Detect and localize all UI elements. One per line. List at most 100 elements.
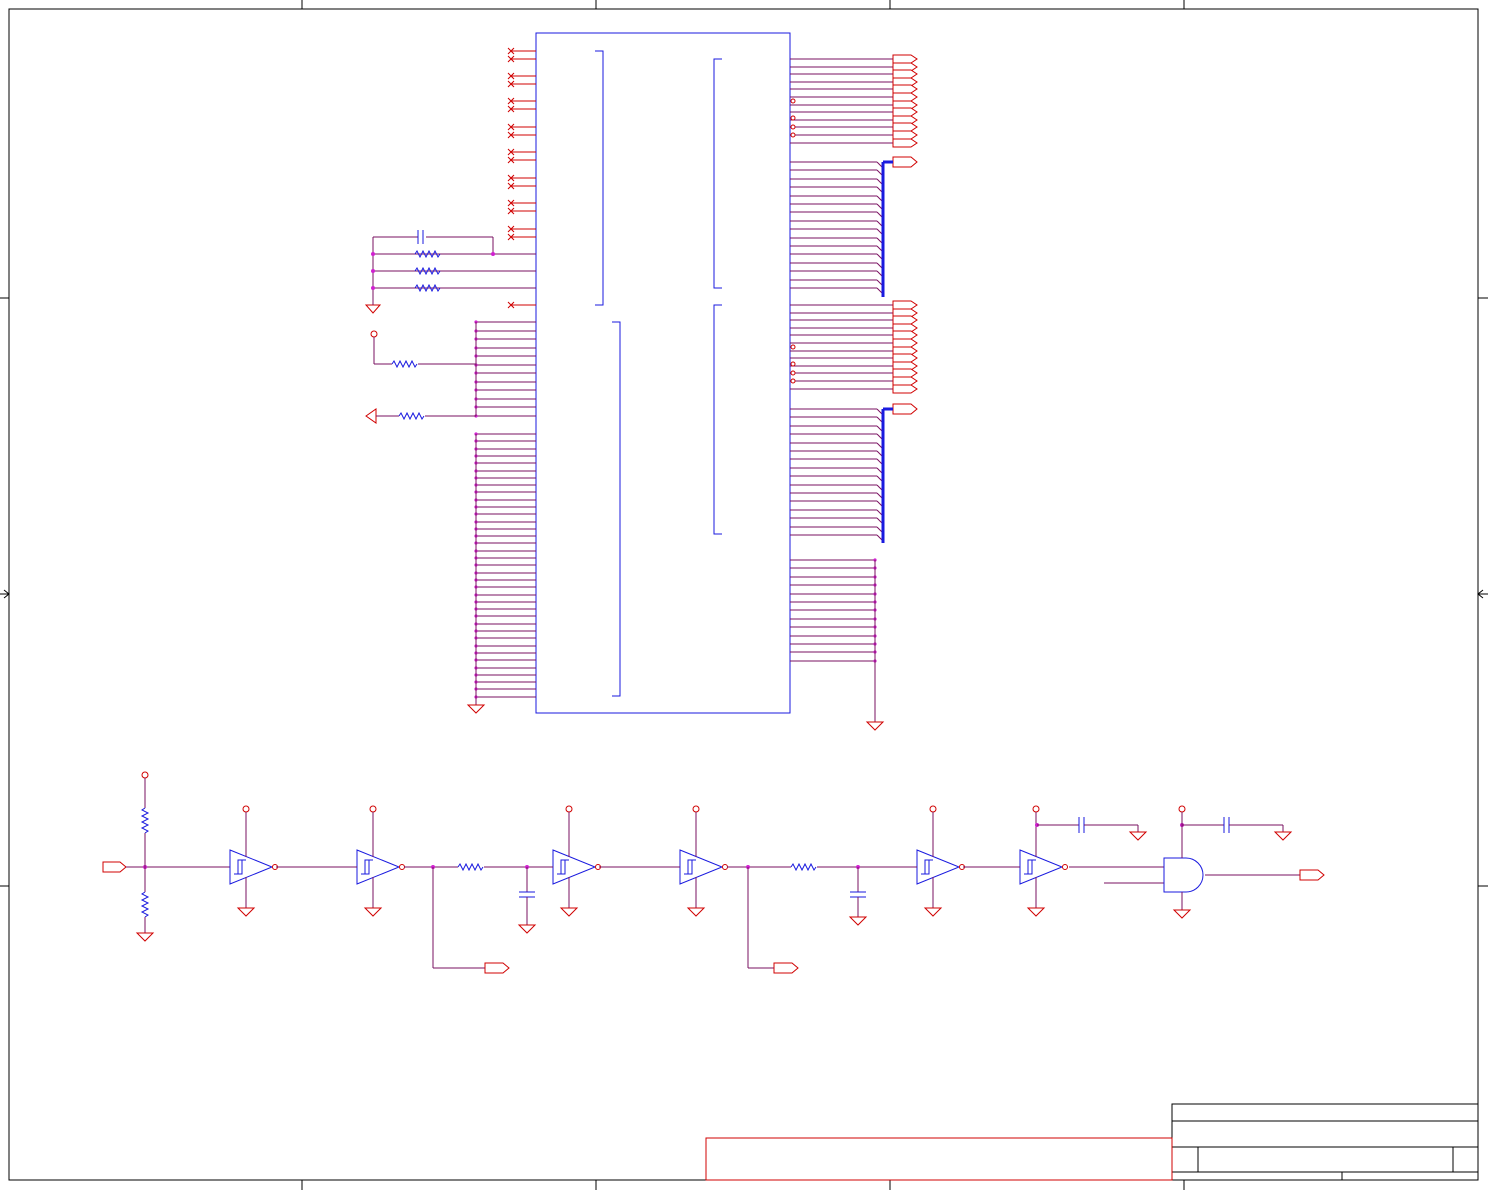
ic-body: [535, 32, 791, 714]
ic-pin-left: [474, 534, 536, 538]
ic-pin-left: [474, 549, 536, 553]
resistor-r2: [414, 266, 441, 276]
output-port-1: [484, 962, 510, 974]
nc-pin: [507, 123, 536, 131]
ic-pin-left: [474, 644, 536, 648]
ground-decouple-2: [1273, 831, 1293, 841]
ic-pin-left: [474, 363, 536, 367]
ic-pin-left: [474, 563, 536, 567]
resistor-chain-1: [457, 862, 484, 872]
ic-pin-left: [474, 607, 536, 611]
schmitt-buffer: [229, 805, 278, 917]
nc-pin: [507, 80, 536, 88]
ic-pin-left: [474, 600, 536, 604]
ic-pin-right: [790, 608, 877, 612]
ic-pin-right: [790, 517, 884, 525]
ic-pin-left: [474, 380, 536, 384]
ic-pin-left: [474, 512, 536, 516]
ic-pin-left: [474, 454, 536, 458]
title-block: [1171, 1103, 1479, 1181]
capacitor-decouple-1: [1078, 817, 1085, 833]
bottom-signal-chain: [102, 771, 230, 942]
ic-pin-left: [474, 614, 536, 618]
ic-pin-left: [474, 695, 536, 699]
chain-wires: [276, 817, 1293, 974]
schmitt-buffer: [1019, 805, 1068, 917]
ground-symbol: [364, 304, 382, 314]
ic-pin-right: [790, 408, 884, 416]
ic-pin-left: [474, 527, 536, 531]
nc-pin: [507, 156, 536, 164]
nc-pin: [507, 182, 536, 190]
ic-pin-right: [790, 634, 877, 638]
nc-pin: [507, 72, 536, 80]
ic-pin-left: [474, 405, 536, 409]
nc-pin: [507, 301, 536, 309]
ic-pin-left: [474, 354, 536, 358]
ground-symbol-right: [865, 721, 885, 731]
ic-pin-left: [474, 320, 536, 324]
ic-pin-left: [474, 432, 536, 436]
ic-pin-right: [790, 526, 884, 534]
ic-pin-left: [474, 687, 536, 691]
ground-decouple-1: [1128, 831, 1148, 841]
capacitor-chain-2: [850, 891, 866, 898]
resistor-r1: [414, 249, 441, 259]
ic-pin-left: [474, 329, 536, 333]
ic-pin-right: [790, 315, 918, 325]
ic-pin-left: [474, 337, 536, 341]
ic-pin-right: [790, 368, 918, 378]
ic-pin-right: [790, 384, 918, 394]
ic-pin-right: [790, 583, 877, 587]
ic-pin-left: [474, 520, 536, 524]
ic-pin-right: [790, 625, 877, 629]
left-pull-network: [365, 322, 486, 714]
ic-pin-right: [790, 211, 884, 219]
ic-pin-left: [474, 505, 536, 509]
ic-pin-right: [790, 122, 918, 132]
ic-pin-right: [790, 600, 877, 604]
ic-pin-left: [474, 541, 536, 545]
ic-pin-right: [790, 54, 918, 64]
resistor-r3: [414, 283, 441, 293]
ic-pin-left: [474, 483, 536, 487]
ic-pin-right: [790, 245, 884, 253]
schmitt-buffer: [916, 805, 965, 917]
ic-pin-right: [790, 376, 918, 386]
capacitor-c1: [417, 230, 424, 244]
ic-pin-right: [790, 416, 884, 424]
ic-pin-right: [790, 169, 884, 177]
left-nc-pins: [507, 47, 536, 309]
ic-pin-right: [790, 650, 877, 654]
ic-pin-right: [790, 575, 877, 579]
ic-pin-right: [790, 458, 884, 466]
ic-pin-right: [790, 161, 884, 169]
nc-pin: [507, 148, 536, 156]
ic-pin-left: [474, 666, 536, 670]
ic-pin-right: [790, 509, 884, 517]
nc-pin: [507, 47, 536, 55]
ic-pin-right: [790, 558, 877, 562]
output-port-2: [773, 962, 799, 974]
resistor-divider-bottom: [140, 891, 150, 918]
ic-pin-left: [474, 636, 536, 640]
ic-pin-right: [790, 138, 918, 148]
ic-pin-left: [474, 622, 536, 626]
power-flag-divider: [141, 771, 149, 779]
ic-pin-right: [790, 353, 918, 363]
nc-pin: [507, 105, 536, 113]
ic-pin-right: [790, 450, 884, 458]
ic-pin-left: [474, 651, 536, 655]
ic-pin-left: [474, 498, 536, 502]
ground-arrow: [365, 408, 377, 424]
ic-pin-right: [790, 69, 918, 79]
ic-pin-right: [790, 270, 884, 278]
left-lower-pins: [474, 320, 536, 699]
notes-box: [705, 1137, 1173, 1181]
ic-pin-left: [474, 476, 536, 480]
ic-pin-left: [474, 439, 536, 443]
ic-pin-right: [790, 467, 884, 475]
ic-pin-left: [474, 371, 536, 375]
ic-pin-left: [474, 578, 536, 582]
power-flag: [370, 330, 378, 338]
